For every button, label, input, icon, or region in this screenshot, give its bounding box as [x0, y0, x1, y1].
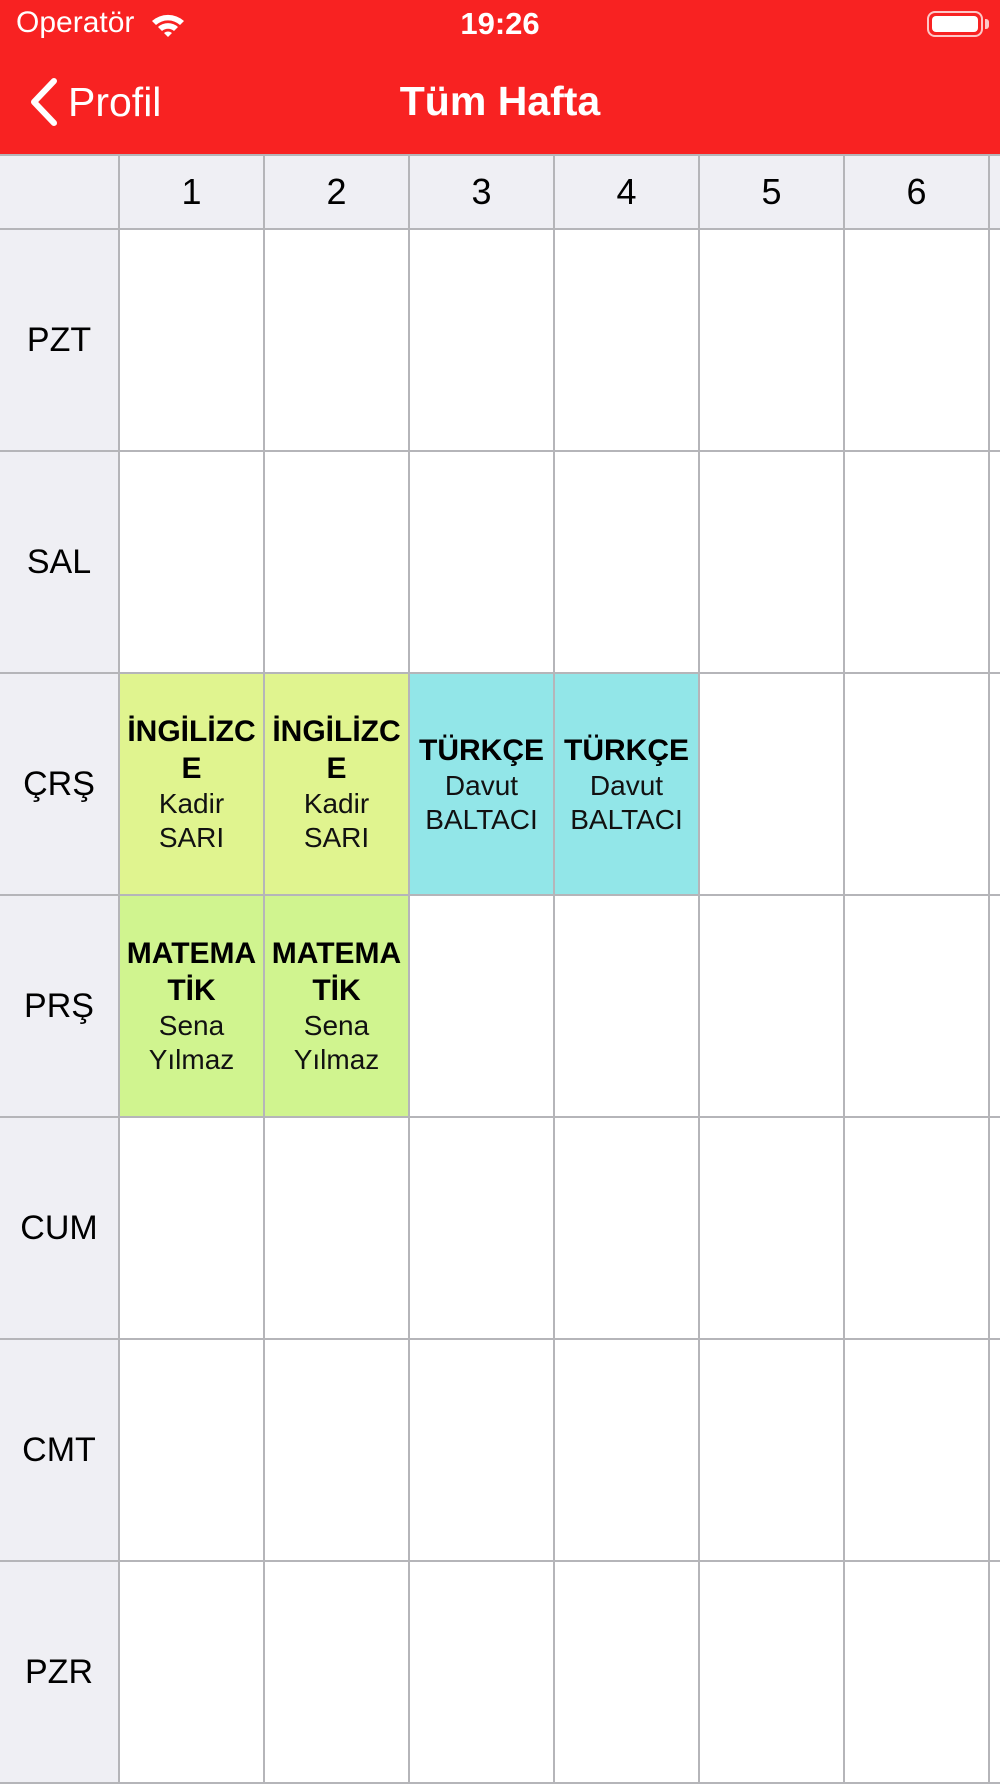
- timetable-cell[interactable]: [555, 1340, 700, 1562]
- timetable-cell[interactable]: [120, 1562, 265, 1784]
- page-title: Tüm Hafta: [399, 78, 601, 124]
- timetable-cell[interactable]: [845, 1340, 990, 1562]
- timetable-cell[interactable]: [265, 1118, 410, 1340]
- timetable-corner: [0, 156, 120, 230]
- period-header-3: 3: [410, 156, 555, 230]
- period-header-4: 4: [555, 156, 700, 230]
- row-overflow: [990, 896, 1000, 1118]
- timetable-cell[interactable]: [555, 1118, 700, 1340]
- timetable-cell[interactable]: [265, 1340, 410, 1562]
- period-header-overflow: [990, 156, 1000, 230]
- lesson-teacher: Davut BALTACI: [570, 769, 683, 835]
- lesson-teacher: Kadir SARI: [158, 788, 225, 853]
- day-label-cum: CUM: [0, 1118, 120, 1340]
- day-label-pzt: PZT: [0, 230, 120, 452]
- lesson-course: TÜRKÇE: [419, 733, 544, 767]
- period-header-1: 1: [120, 156, 265, 230]
- timetable-cell[interactable]: [265, 1562, 410, 1784]
- period-header-5: 5: [700, 156, 845, 230]
- timetable-cell[interactable]: [700, 452, 845, 674]
- timetable-cell[interactable]: [700, 1340, 845, 1562]
- lesson-cell-crs-2[interactable]: İNGİLİZCE Kadir SARI: [265, 674, 410, 896]
- row-overflow: [990, 674, 1000, 896]
- lesson-course: İNGİLİZCE: [127, 715, 256, 785]
- timetable-cell[interactable]: [410, 1118, 555, 1340]
- timetable-cell[interactable]: [555, 230, 700, 452]
- timetable-cell[interactable]: [410, 1562, 555, 1784]
- lesson-teacher: Sena Yılmaz: [293, 1010, 380, 1075]
- status-bar: Operatör 19:26: [0, 0, 1000, 50]
- battery-tip: [985, 19, 989, 29]
- timetable-cell[interactable]: [555, 896, 700, 1118]
- lesson-teacher: Kadir SARI: [303, 788, 370, 853]
- weekly-timetable: 1 2 3 4 5 6 PZT SAL ÇRŞ İNGİLİZCE Kadir …: [0, 154, 1000, 1784]
- timetable-cell[interactable]: [700, 230, 845, 452]
- day-label-pzr: PZR: [0, 1562, 120, 1784]
- timetable-cell[interactable]: [265, 230, 410, 452]
- timetable-cell[interactable]: [120, 1340, 265, 1562]
- timetable-cell[interactable]: [845, 896, 990, 1118]
- row-overflow: [990, 230, 1000, 452]
- timetable-cell[interactable]: [845, 1118, 990, 1340]
- timetable-cell[interactable]: [410, 452, 555, 674]
- lesson-course: MATEMATİK: [126, 937, 257, 1007]
- timetable-cell[interactable]: [700, 1562, 845, 1784]
- row-overflow: [990, 1340, 1000, 1562]
- timetable-cell[interactable]: [555, 452, 700, 674]
- timetable-cell[interactable]: [700, 1118, 845, 1340]
- timetable-cell[interactable]: [845, 1562, 990, 1784]
- row-overflow: [990, 1562, 1000, 1784]
- day-label-prs: PRŞ: [0, 896, 120, 1118]
- lesson-cell-prs-1[interactable]: MATEMATİK Sena Yılmaz: [120, 896, 265, 1118]
- timetable-cell[interactable]: [845, 674, 990, 896]
- day-label-cmt: CMT: [0, 1340, 120, 1562]
- timetable-cell[interactable]: [700, 674, 845, 896]
- row-overflow: [990, 1118, 1000, 1340]
- lesson-course: İNGİLİZCE: [272, 715, 401, 785]
- status-time: 19:26: [460, 6, 540, 41]
- timetable-cell[interactable]: [700, 896, 845, 1118]
- period-header-2: 2: [265, 156, 410, 230]
- navigation-bar: Operatör 19:26 Profil Tüm Hafta: [0, 0, 1000, 154]
- period-header-6: 6: [845, 156, 990, 230]
- lesson-cell-crs-1[interactable]: İNGİLİZCE Kadir SARI: [120, 674, 265, 896]
- lesson-course: TÜRKÇE: [564, 733, 689, 767]
- lesson-teacher: Davut BALTACI: [425, 769, 538, 835]
- timetable-cell[interactable]: [845, 452, 990, 674]
- timetable-cell[interactable]: [410, 896, 555, 1118]
- timetable-cell[interactable]: [410, 230, 555, 452]
- timetable-cell[interactable]: [120, 230, 265, 452]
- timetable-cell[interactable]: [555, 1562, 700, 1784]
- timetable-cell[interactable]: [265, 452, 410, 674]
- row-overflow: [990, 452, 1000, 674]
- lesson-teacher: Sena Yılmaz: [148, 1010, 235, 1075]
- lesson-cell-prs-2[interactable]: MATEMATİK Sena Yılmaz: [265, 896, 410, 1118]
- timetable-cell[interactable]: [845, 230, 990, 452]
- day-label-crs: ÇRŞ: [0, 674, 120, 896]
- lesson-cell-crs-3[interactable]: TÜRKÇE Davut BALTACI: [410, 674, 555, 896]
- day-label-sal: SAL: [0, 452, 120, 674]
- timetable-cell[interactable]: [410, 1340, 555, 1562]
- lesson-cell-crs-4[interactable]: TÜRKÇE Davut BALTACI: [555, 674, 700, 896]
- battery-icon: [927, 11, 983, 37]
- lesson-course: MATEMATİK: [271, 937, 402, 1007]
- timetable-cell[interactable]: [120, 1118, 265, 1340]
- timetable-cell[interactable]: [120, 452, 265, 674]
